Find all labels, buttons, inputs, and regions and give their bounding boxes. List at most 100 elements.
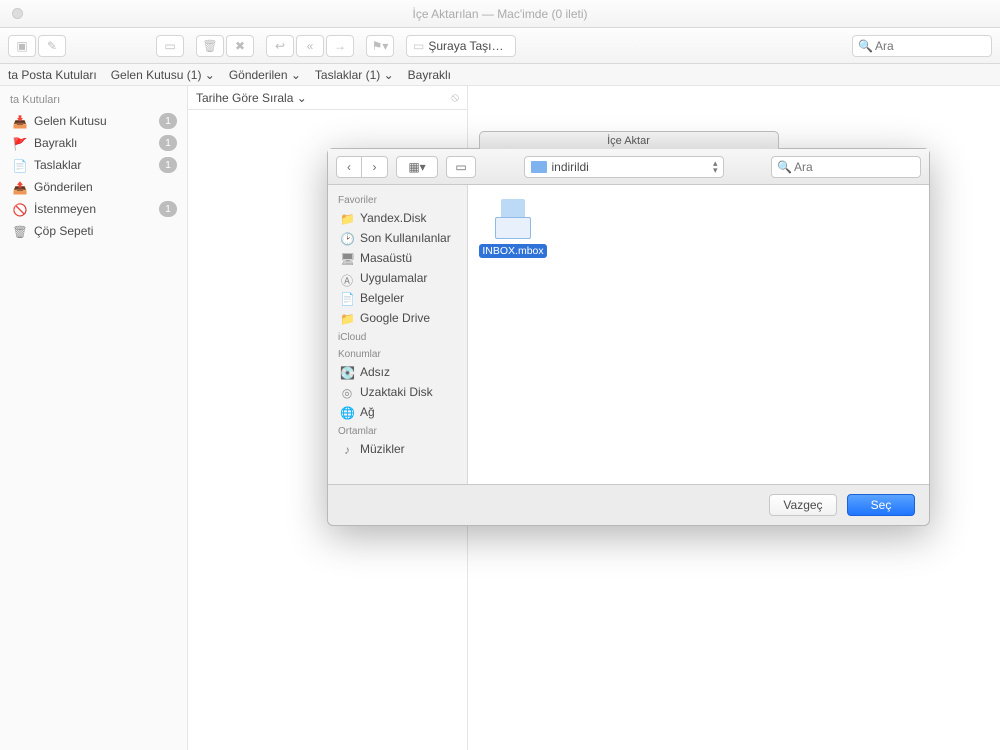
- view-mode-button[interactable]: ▦▾: [396, 156, 438, 178]
- sidebar: ta Kutuları 📥 Gelen Kutusu 1 🚩 Bayraklı 1 📄 Tas…: [0, 86, 188, 750]
- sidebar-location-item[interactable]: Ⓐ Uygulamalar: [328, 268, 467, 288]
- sidebar-item[interactable]: 📄 Taslaklar 1: [0, 154, 187, 176]
- folder-icon: [531, 161, 547, 173]
- sidebar-item[interactable]: 📤 Gönderilen: [0, 176, 187, 198]
- fav-item[interactable]: ta Posta Kutuları: [8, 68, 97, 82]
- mailbox-label: Gelen Kutusu: [34, 114, 107, 128]
- titlebar: İçe Aktarılan — Mac'imde (0 ileti): [0, 0, 1000, 28]
- sidebar-item[interactable]: 🗑 Çöp Sepeti: [0, 220, 187, 242]
- import-dialog: İçe Aktar ‹ › ▦▾ ▭ indirildi ▴▾ 🔍 Favori…: [327, 148, 930, 526]
- mbox-icon: [491, 195, 535, 239]
- move-to-button[interactable]: ▭ Şuraya Taşı…: [406, 35, 516, 57]
- mailbox-icon: 📤: [12, 181, 28, 194]
- sidebar-location-item[interactable]: 📁 Google Drive: [328, 308, 467, 328]
- reply-all-button[interactable]: «: [296, 35, 324, 57]
- folder-name: indirildi: [552, 160, 589, 174]
- sidebar-location-item[interactable]: 🕑 Son Kullanılanlar: [328, 228, 467, 248]
- location-label: Müzikler: [360, 442, 405, 456]
- archive-button[interactable]: ▭: [156, 35, 184, 57]
- mailbox-icon: 🚩: [12, 137, 28, 150]
- fav-item[interactable]: Bayraklı: [408, 68, 451, 82]
- sidebar-location-item[interactable]: 💽Adsız: [328, 362, 467, 382]
- location-icon: 🌐: [340, 406, 354, 418]
- count-badge: 1: [159, 135, 177, 151]
- dialog-title: İçe Aktar: [479, 131, 779, 149]
- choose-button[interactable]: Seç: [847, 494, 915, 516]
- mailbox-icon: 🗑: [12, 225, 28, 238]
- location-label: Yandex.Disk: [360, 211, 426, 225]
- dialog-search-input[interactable]: [771, 156, 921, 178]
- fav-item[interactable]: Taslaklar (1) ⌄: [315, 68, 394, 82]
- location-label: Google Drive: [360, 311, 430, 325]
- sidebar-section-header: iCloud: [328, 328, 467, 345]
- sidebar-location-item[interactable]: ◎Uzaktaki Disk: [328, 382, 467, 402]
- folder-popup[interactable]: indirildi ▴▾: [524, 156, 724, 178]
- file-area[interactable]: INBOX.mbox: [468, 185, 929, 484]
- mailbox-label: Gönderilen: [34, 180, 93, 194]
- location-icon: 🖥: [340, 252, 354, 264]
- mailbox-label: Çöp Sepeti: [34, 224, 93, 238]
- junk-button[interactable]: ✖: [226, 35, 254, 57]
- reply-button[interactable]: ↩: [266, 35, 294, 57]
- count-badge: 1: [159, 113, 177, 129]
- toolbar: ▣ ✎ ▭ 🗑 ✖ ↩ « → ⚑▾ ▭ Şuraya Taşı… 🔍: [0, 28, 1000, 64]
- mailbox-icon: 📄: [12, 159, 28, 172]
- sidebar-header: ta Kutuları: [0, 92, 187, 110]
- sidebar-location-item[interactable]: 🌐 Ağ: [328, 402, 467, 422]
- favorites-bar: ta Posta Kutuları Gelen Kutusu (1) ⌄ Gön…: [0, 64, 1000, 86]
- mailbox-icon: 📥: [12, 115, 28, 128]
- location-label: Uygulamalar: [360, 271, 427, 285]
- location-icon: 📁: [340, 312, 354, 324]
- sidebar-location-item[interactable]: ♪ Müzikler: [328, 439, 467, 459]
- dialog-search[interactable]: 🔍: [771, 156, 921, 178]
- group-button[interactable]: ▭: [446, 156, 476, 178]
- mailbox-label: İstenmeyen: [34, 202, 96, 216]
- count-badge: 1: [159, 157, 177, 173]
- location-label: Belgeler: [360, 291, 404, 305]
- sidebar-section-header: Ortamlar: [328, 422, 467, 439]
- toolbar-search-input[interactable]: [852, 35, 992, 57]
- mailbox-label: Bayraklı: [34, 136, 77, 150]
- location-icon: ♪: [340, 443, 354, 455]
- forward-button[interactable]: ›: [362, 156, 388, 178]
- get-mail-button[interactable]: ▣: [8, 35, 36, 57]
- sidebar-item[interactable]: 🚩 Bayraklı 1: [0, 132, 187, 154]
- count-badge: 1: [159, 201, 177, 217]
- location-icon: 🕑: [340, 232, 354, 244]
- fav-item[interactable]: Gelen Kutusu (1) ⌄: [111, 68, 215, 82]
- chevron-updown-icon: ▴▾: [713, 160, 718, 174]
- location-icon: Ⓐ: [340, 272, 354, 284]
- sidebar-location-item[interactable]: 📄 Belgeler: [328, 288, 467, 308]
- forward-button[interactable]: →: [326, 35, 354, 57]
- location-label: Ağ: [360, 405, 375, 419]
- compose-button[interactable]: ✎: [38, 35, 66, 57]
- sort-label: Tarihe Göre Sırala ⌄: [196, 91, 307, 105]
- delete-button[interactable]: 🗑: [196, 35, 224, 57]
- sort-header[interactable]: Tarihe Göre Sırala ⌄ ⦸: [188, 86, 467, 110]
- location-icon: 💽: [340, 366, 354, 378]
- sidebar-item[interactable]: 📥 Gelen Kutusu 1: [0, 110, 187, 132]
- sidebar-location-item[interactable]: 🖥 Masaüstü: [328, 248, 467, 268]
- dialog-sidebar: Favoriler 📁 Yandex.Disk 🕑 Son Kullanılanlar 🖥…: [328, 185, 468, 484]
- flag-button[interactable]: ⚑▾: [366, 35, 394, 57]
- location-icon: 📄: [340, 292, 354, 304]
- mailbox-label: Taslaklar: [34, 158, 81, 172]
- toolbar-search[interactable]: 🔍: [852, 35, 992, 57]
- back-button[interactable]: ‹: [336, 156, 362, 178]
- sort-hide-icon[interactable]: ⦸: [451, 90, 459, 105]
- file-name: INBOX.mbox: [479, 244, 546, 258]
- sidebar-section-header: Favoriler: [328, 191, 467, 208]
- file-item[interactable]: INBOX.mbox: [478, 195, 548, 258]
- search-icon: 🔍: [858, 39, 873, 53]
- dialog-toolbar: ‹ › ▦▾ ▭ indirildi ▴▾ 🔍: [328, 149, 929, 185]
- sidebar-item[interactable]: 🚫 İstenmeyen 1: [0, 198, 187, 220]
- mailbox-icon: 🚫: [12, 203, 28, 216]
- location-label: Son Kullanılanlar: [360, 231, 451, 245]
- sidebar-section-header: Konumlar: [328, 345, 467, 362]
- sidebar-location-item[interactable]: 📁 Yandex.Disk: [328, 208, 467, 228]
- fav-item[interactable]: Gönderilen ⌄: [229, 68, 301, 82]
- location-label: Masaüstü: [360, 251, 412, 265]
- cancel-button[interactable]: Vazgeç: [769, 494, 837, 516]
- window-title: İçe Aktarılan — Mac'imde (0 ileti): [0, 7, 1000, 21]
- location-icon: 📁: [340, 212, 354, 224]
